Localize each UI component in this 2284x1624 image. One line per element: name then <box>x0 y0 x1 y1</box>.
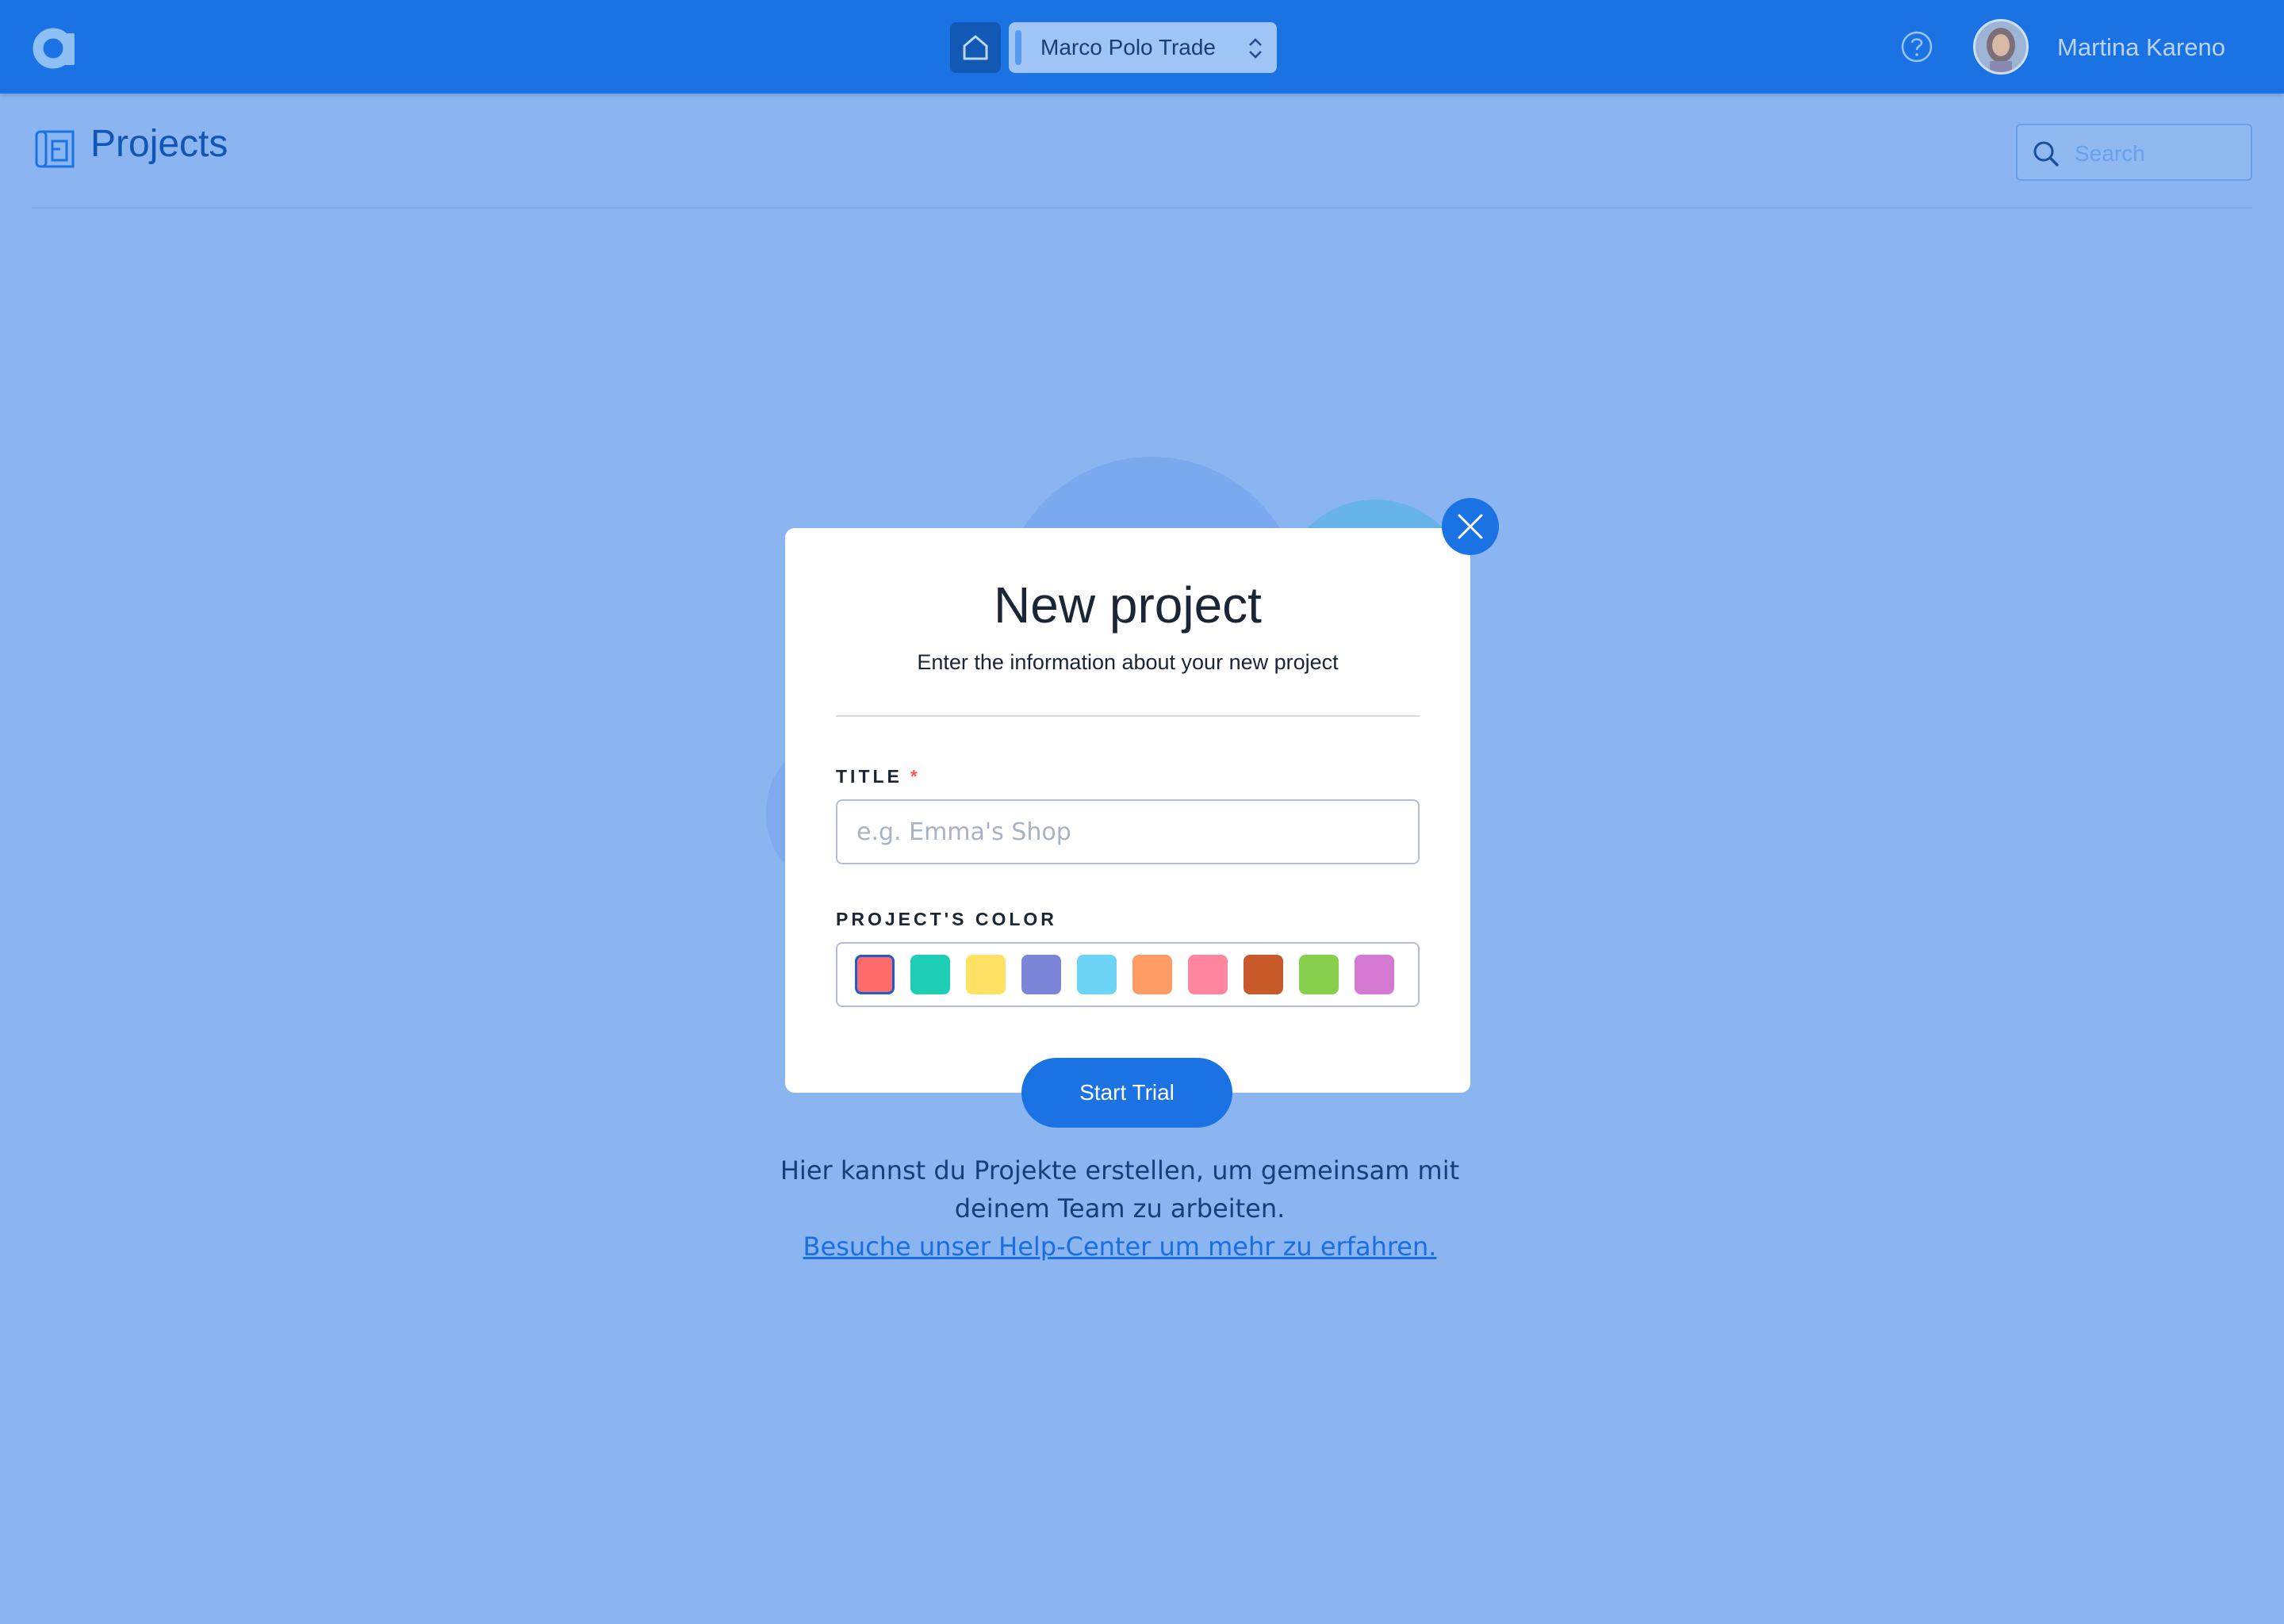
color-swatch[interactable] <box>1355 955 1394 994</box>
question-circle-icon[interactable] <box>1900 30 1933 63</box>
workspace-color-bar <box>1015 30 1021 65</box>
home-button[interactable] <box>950 22 1001 73</box>
modal-subtitle: Enter the information about your new pro… <box>917 650 1339 674</box>
color-swatch[interactable] <box>1299 955 1339 994</box>
header-divider <box>32 207 2252 209</box>
project-title-input[interactable] <box>836 799 1420 864</box>
color-picker <box>836 942 1420 1007</box>
color-swatch[interactable] <box>966 955 1006 994</box>
app-logo-icon[interactable] <box>32 24 78 70</box>
help-center-link[interactable]: Besuche unser Help-Center um mehr zu erf… <box>745 1228 1494 1266</box>
color-swatch[interactable] <box>1077 955 1117 994</box>
modal-divider <box>836 715 1420 717</box>
search-icon <box>2033 141 2059 167</box>
workspace-switcher[interactable]: Marco Polo Trade <box>1009 22 1277 73</box>
modal-title: New project <box>994 576 1262 634</box>
top-bar: Marco Polo Trade Martina Kareno <box>0 0 2284 94</box>
new-project-modal: New project Enter the information about … <box>785 528 1470 1093</box>
search-box[interactable] <box>2016 124 2252 181</box>
title-label-text: TITLE <box>836 766 902 787</box>
empty-state-text: Hier kannst du Projekte erstellen, um ge… <box>745 1151 1494 1228</box>
workspace-name: Marco Polo Trade <box>1040 35 1216 59</box>
projects-icon <box>35 130 75 168</box>
color-swatch[interactable] <box>855 955 895 994</box>
empty-state-line-2: deinem Team zu arbeiten. <box>954 1193 1286 1224</box>
color-swatch[interactable] <box>1021 955 1061 994</box>
search-input[interactable] <box>2073 136 2243 171</box>
project-color-label: PROJECT'S COLOR <box>836 909 1057 929</box>
color-swatch[interactable] <box>1244 955 1283 994</box>
avatar-image <box>1976 21 2026 72</box>
user-name[interactable]: Martina Kareno <box>2057 0 2225 95</box>
color-swatch[interactable] <box>1132 955 1172 994</box>
color-swatch[interactable] <box>1188 955 1228 994</box>
title-field-label: TITLE * <box>836 766 918 787</box>
user-avatar[interactable] <box>1973 19 2029 75</box>
close-modal-button[interactable] <box>1442 498 1499 555</box>
home-icon <box>963 35 988 60</box>
page-title: Projects <box>90 123 228 165</box>
close-icon <box>1458 514 1483 539</box>
empty-state-line-1: Hier kannst du Projekte erstellen, um ge… <box>780 1155 1460 1185</box>
required-marker: * <box>910 766 918 787</box>
chevron-updown-icon <box>1249 38 1262 59</box>
start-trial-button[interactable]: Start Trial <box>1021 1058 1232 1128</box>
color-swatch[interactable] <box>910 955 950 994</box>
